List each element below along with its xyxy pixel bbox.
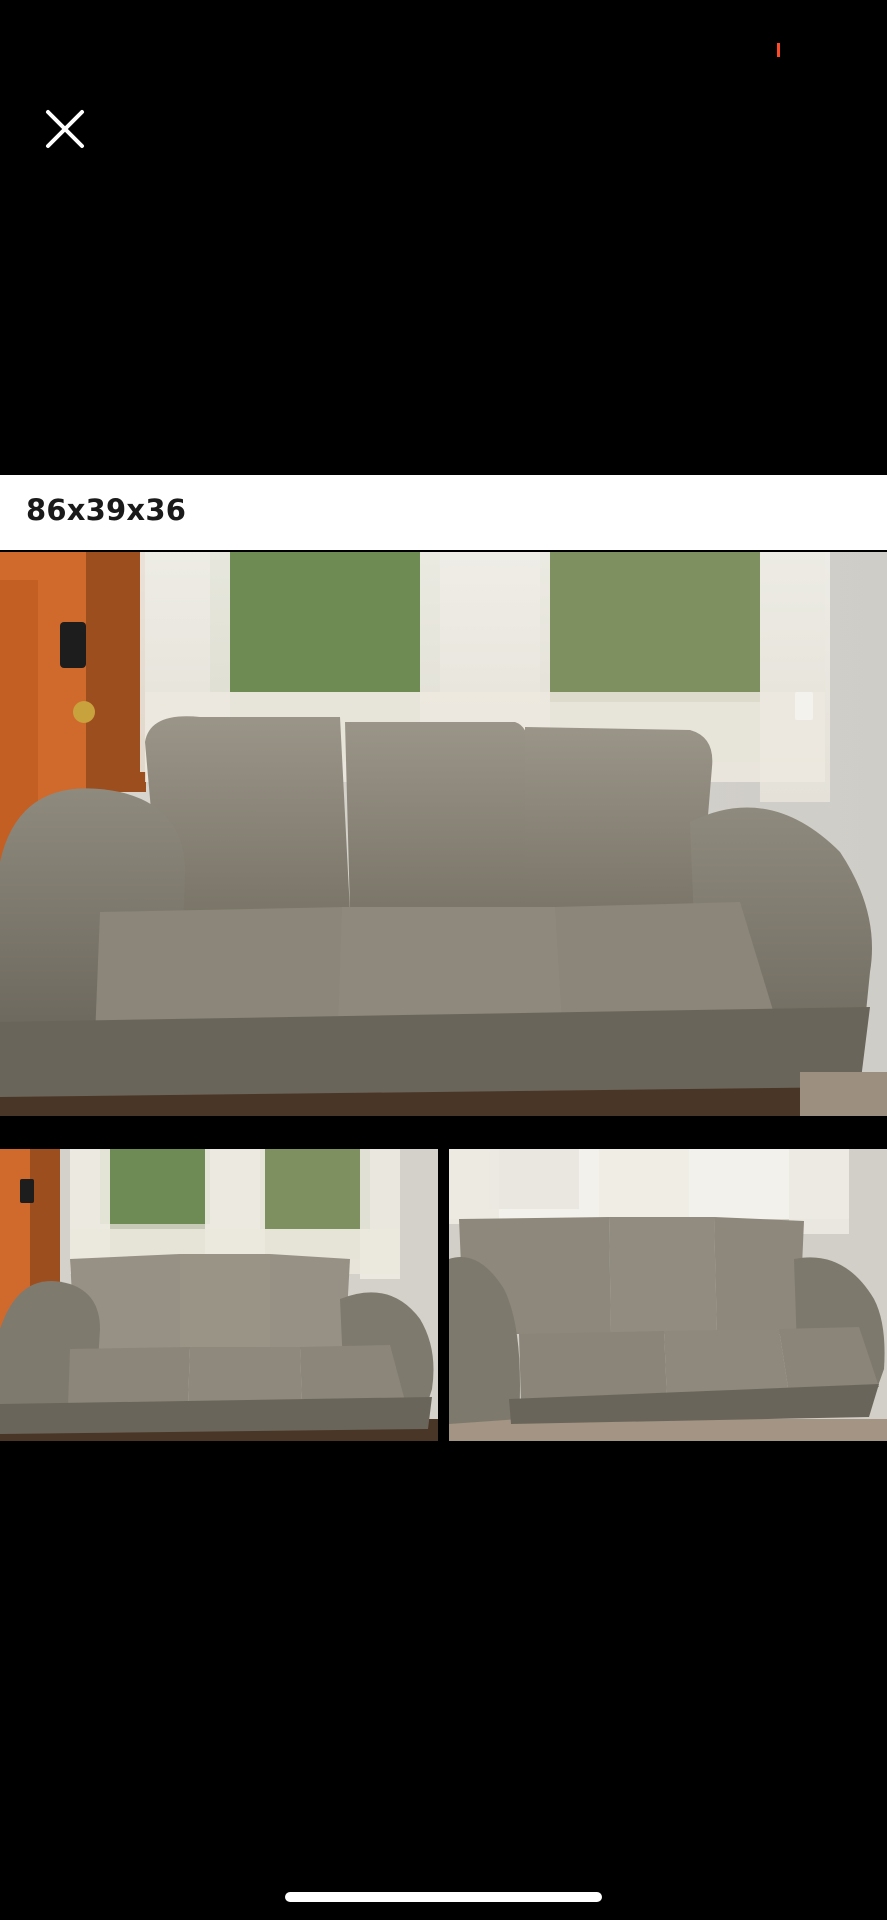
post-caption: 86x39x36 (26, 493, 187, 527)
caption-strip: 86x39x36 (0, 475, 887, 550)
close-button[interactable] (38, 102, 92, 156)
sofa-photo-angle[interactable] (449, 1149, 887, 1441)
post-image[interactable]: 86x39x36 (0, 475, 887, 1442)
home-indicator[interactable] (285, 1892, 602, 1902)
status-indicator (777, 43, 780, 57)
sofa-photo-wide[interactable] (0, 1149, 438, 1441)
photo-viewer: 86x39x36 (0, 0, 887, 1920)
sofa-photo-main (0, 552, 887, 1116)
close-icon (46, 110, 84, 148)
